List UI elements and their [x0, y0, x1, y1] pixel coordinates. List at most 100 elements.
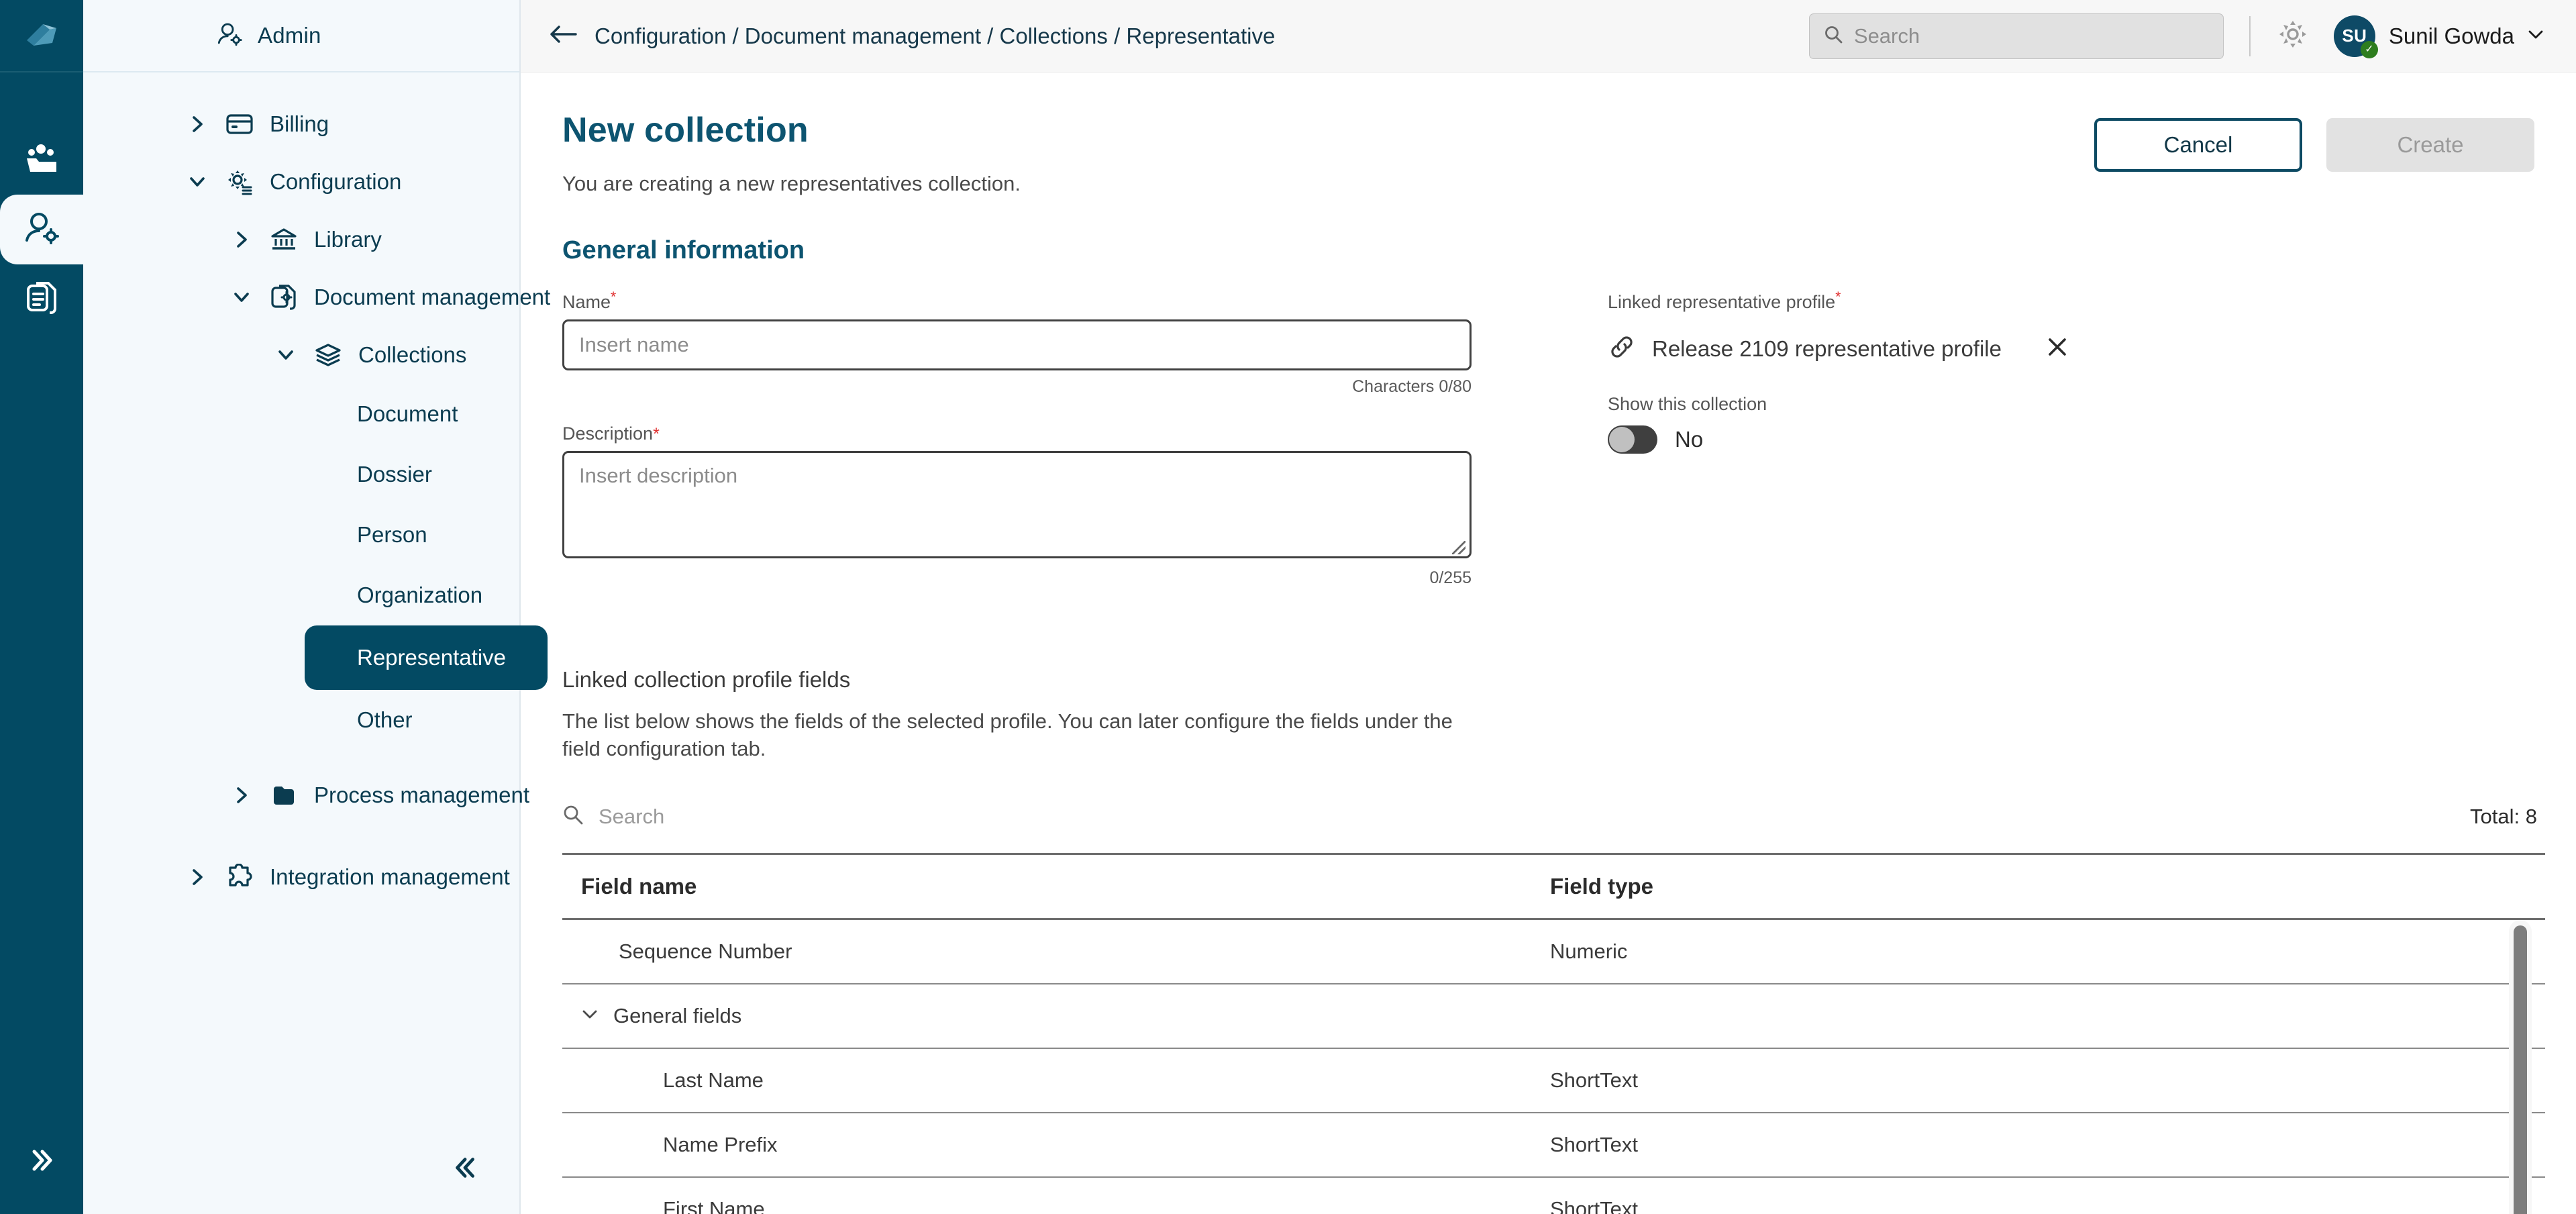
description-wrapper	[562, 451, 1472, 562]
fields-search[interactable]	[562, 804, 934, 829]
topbar-right: SU ✓ Sunil Gowda	[1809, 13, 2545, 59]
chevron-right-icon	[229, 231, 254, 248]
chevrons-left-icon	[451, 1174, 480, 1185]
sidebar-item-label: Collections	[358, 342, 466, 368]
page-title: New collection	[562, 110, 1021, 150]
layers-icon	[313, 343, 344, 367]
link-icon	[1608, 333, 1636, 364]
group-toggle[interactable]: General fields	[562, 1004, 1535, 1028]
people-folder-icon	[23, 141, 60, 179]
avatar[interactable]: SU ✓	[2334, 15, 2375, 57]
table-scrollbar[interactable]	[2509, 920, 2532, 1214]
cell-field-name: First Name	[562, 1197, 1535, 1214]
linked-profile-value: Release 2109 representative profile	[1652, 336, 2002, 362]
required-marker: *	[1835, 289, 1841, 305]
sidebar-item-label: Document	[357, 401, 458, 427]
linked-fields-description: The list below shows the fields of the s…	[562, 707, 1461, 762]
rail-item-people[interactable]	[0, 125, 83, 195]
gear-icon	[2276, 17, 2310, 54]
search-input[interactable]	[1854, 24, 2210, 48]
general-information-form: Name* Characters 0/80 Description* 0/255	[521, 289, 2545, 588]
sidebar-item-label: Document management	[314, 285, 550, 310]
icon-rail	[0, 0, 83, 1214]
name-label-text: Name	[562, 292, 611, 312]
rail-item-list	[0, 125, 83, 334]
brand-logo-icon	[0, 0, 83, 72]
user-gear-icon	[216, 21, 243, 51]
sidebar-item-document[interactable]: Document	[83, 384, 519, 444]
name-input[interactable]	[562, 319, 1472, 370]
table-header: Field name Field type	[562, 853, 2545, 920]
sidebar-item-label: Integration management	[270, 864, 510, 890]
table-scrollbar-thumb[interactable]	[2514, 925, 2527, 1214]
table-body: Sequence Number Numeric General fields	[562, 920, 2545, 1214]
chevron-down-icon	[2526, 25, 2545, 47]
sidebar-item-process-management[interactable]: Process management	[83, 766, 519, 824]
general-information-heading: General information	[521, 236, 2545, 265]
cell-field-type: Numeric	[1535, 940, 2545, 964]
rail-item-documents[interactable]	[0, 264, 83, 334]
cell-field-name: Name Prefix	[562, 1133, 1535, 1157]
check-badge-icon: ✓	[2361, 41, 2378, 58]
show-collection-label: Show this collection	[1608, 394, 2545, 415]
global-search[interactable]	[1809, 13, 2224, 59]
name-label: Name*	[562, 289, 1562, 313]
sidebar-item-label: Organization	[357, 583, 482, 608]
show-collection-toggle[interactable]	[1608, 425, 1657, 454]
gear-list-icon	[224, 168, 255, 195]
column-header-field-name: Field name	[562, 874, 1535, 899]
required-marker: *	[653, 425, 660, 444]
sidebar-item-label: Representative	[357, 645, 506, 670]
sidebar-item-label: Process management	[314, 782, 529, 808]
cell-field-name: Last Name	[562, 1068, 1535, 1093]
settings-button[interactable]	[2276, 17, 2310, 54]
cancel-button[interactable]: Cancel	[2094, 118, 2302, 172]
sidebar-item-document-management[interactable]: Document management	[83, 268, 519, 326]
form-left-column: Name* Characters 0/80 Description* 0/255	[562, 289, 1562, 588]
sidebar-item-label: Configuration	[270, 169, 401, 195]
table-row[interactable]: First Name ShortText	[562, 1178, 2545, 1214]
table-row[interactable]: Last Name ShortText	[562, 1049, 2545, 1113]
sidebar-item-library[interactable]: Library	[83, 211, 519, 268]
user-menu-button[interactable]	[2526, 25, 2545, 47]
page-content: New collection You are creating a new re…	[521, 72, 2576, 1214]
chevron-right-icon	[185, 868, 209, 886]
cell-field-name: Sequence Number	[562, 940, 1535, 964]
chevron-right-icon	[229, 787, 254, 804]
linked-profile-row: Release 2109 representative profile	[1608, 333, 2545, 364]
sidebar-item-other[interactable]: Other	[83, 690, 519, 750]
table-row[interactable]: Name Prefix ShortText	[562, 1113, 2545, 1178]
sidebar-collapse-button[interactable]	[451, 1153, 480, 1186]
table-group-row[interactable]: General fields	[562, 984, 2545, 1049]
fields-search-input[interactable]	[599, 805, 934, 829]
sidebar-item-collections[interactable]: Collections	[83, 326, 519, 384]
sidebar-header: Admin	[83, 0, 519, 72]
rail-expand-button[interactable]	[0, 1145, 83, 1179]
sidebar-item-integration-management[interactable]: Integration management	[83, 848, 519, 906]
sidebar-nav: Billing Configuration	[83, 72, 519, 906]
rail-item-admin[interactable]	[0, 195, 83, 264]
sidebar-item-configuration[interactable]: Configuration	[83, 153, 519, 211]
name-counter: Characters 0/80	[562, 377, 1472, 397]
documents-icon	[23, 279, 60, 320]
remove-linked-profile-button[interactable]	[2046, 336, 2069, 362]
topbar-divider	[2249, 16, 2251, 56]
chevron-down-icon	[185, 173, 209, 191]
breadcrumb[interactable]: Configuration / Document management / Co…	[595, 23, 1275, 49]
description-input[interactable]	[562, 451, 1472, 558]
sidebar-item-dossier[interactable]: Dossier	[83, 444, 519, 505]
search-icon	[562, 804, 584, 829]
sidebar-item-person[interactable]: Person	[83, 505, 519, 565]
sidebar-item-representative[interactable]: Representative	[305, 625, 548, 690]
table-row[interactable]: Sequence Number Numeric	[562, 920, 2545, 984]
sidebar-item-label: Other	[357, 707, 413, 733]
cell-group: General fields	[562, 1004, 1535, 1028]
sidebar-item-organization[interactable]: Organization	[83, 565, 519, 625]
back-button[interactable]	[549, 24, 577, 48]
chevrons-right-icon	[26, 1145, 57, 1179]
description-counter: 0/255	[562, 568, 1472, 588]
linked-profile-label: Linked representative profile*	[1608, 289, 2545, 313]
main-area: Configuration / Document management / Co…	[521, 0, 2576, 1214]
user-name: Sunil Gowda	[2389, 23, 2514, 49]
sidebar-item-billing[interactable]: Billing	[83, 95, 519, 153]
